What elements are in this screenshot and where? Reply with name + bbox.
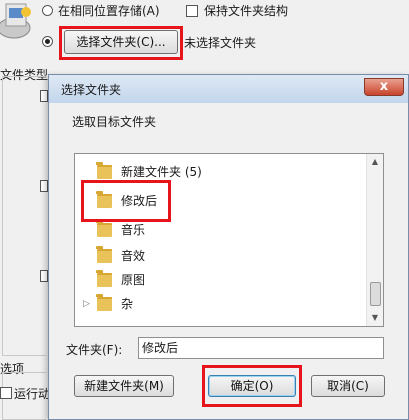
tree-item-label: 杂 [121,297,134,311]
folder-name-input[interactable]: 修改后 [138,337,384,359]
keep-structure-label: 保持文件夹结构 [204,4,289,18]
choose-folder-radio[interactable] [42,36,53,47]
dialog-titlebar: 选择文件夹 x [49,75,408,103]
same-location-label: 在相同位置存储(A) [58,4,160,18]
dialog-title: 选择文件夹 [61,83,122,97]
tree-item-5[interactable]: ▷ 杂 [75,292,365,316]
tree-item-4[interactable]: 原图 [75,268,365,292]
scroll-down-icon[interactable]: ▼ [370,313,380,323]
close-button[interactable]: x [364,78,404,96]
run-label: 运行动 [14,387,51,401]
cancel-button[interactable]: 取消(C) [311,375,385,397]
select-folder-dialog: 选择文件夹 x 选取目标文件夹 新建文件夹 (5) 修改后 音乐 音效 原图 ▷ [48,74,409,420]
folder-field-label: 文件夹(F): [66,343,123,357]
tree-item-3[interactable]: 音效 [75,244,365,268]
ok-button[interactable]: 确定(O) [208,375,296,397]
folder-icon [96,294,112,311]
expand-arrow-icon[interactable]: ▷ [83,292,90,316]
new-folder-button[interactable]: 新建文件夹(M) [74,375,174,397]
scroll-thumb[interactable] [370,282,381,306]
no-folder-selected-text: 未选择文件夹 [184,36,257,50]
close-icon: x [379,79,389,94]
keep-structure-checkbox[interactable] [186,5,198,17]
same-location-radio[interactable] [42,5,53,16]
folder-icon [96,270,112,287]
tree-item-label: 音效 [121,249,146,263]
bg-checkbox-3[interactable] [40,270,48,282]
file-type-group [2,76,46,356]
tree-scrollbar[interactable]: ▲ ▼ [366,154,383,326]
tree-item-label: 原图 [121,273,146,287]
folder-icon [96,162,112,179]
folder-icon [96,246,112,263]
folder-icon [96,220,112,237]
scroll-up-icon[interactable]: ▲ [370,157,380,167]
dialog-instruction: 选取目标文件夹 [72,115,157,129]
bg-checkbox-2[interactable] [40,180,48,192]
run-checkbox[interactable] [0,387,12,399]
highlight-box-selected-folder [81,180,171,222]
choose-folder-button[interactable]: 选择文件夹(C)... [64,30,178,54]
bg-checkbox-1[interactable] [40,90,48,102]
app-icon [0,0,36,44]
